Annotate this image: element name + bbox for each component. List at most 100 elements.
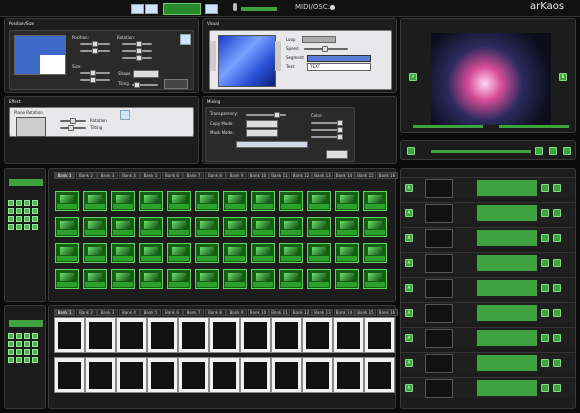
- layer-next-button[interactable]: [553, 234, 561, 242]
- keyboard-key[interactable]: [24, 200, 30, 206]
- bank-tab[interactable]: Bank 1: [54, 172, 75, 179]
- mix-bar[interactable]: [236, 141, 308, 148]
- layer-next-button[interactable]: [553, 184, 561, 192]
- visual-cell[interactable]: [209, 357, 240, 393]
- position-y-slider[interactable]: [80, 48, 110, 54]
- keyboard-key[interactable]: [16, 200, 22, 206]
- bank-tab[interactable]: Bank 12: [290, 309, 312, 316]
- bank-tab[interactable]: Bank 6: [161, 309, 183, 316]
- size-x-slider[interactable]: [80, 70, 110, 76]
- bank-tab[interactable]: Bank 16: [376, 172, 398, 179]
- layer-select-button[interactable]: A: [405, 334, 413, 342]
- bank-tab[interactable]: Bank 16: [376, 309, 398, 316]
- layer-prev-button[interactable]: [541, 234, 549, 242]
- visual-cell[interactable]: [83, 217, 107, 237]
- visual-cell[interactable]: [209, 317, 240, 353]
- visual-cell[interactable]: [223, 191, 247, 211]
- bank-tab[interactable]: Bank 11: [269, 309, 290, 316]
- layer-prev-button[interactable]: [541, 334, 549, 342]
- layer-prev-button[interactable]: [541, 359, 549, 367]
- layer-prev-button[interactable]: [541, 309, 549, 317]
- keyboard-key[interactable]: [32, 224, 38, 230]
- bank-tab[interactable]: Bank 5: [140, 172, 161, 179]
- layer-prev-button[interactable]: [541, 209, 549, 217]
- visual-cell[interactable]: [116, 357, 147, 393]
- keyboard-key[interactable]: [16, 357, 22, 363]
- visual-cell[interactable]: [307, 191, 331, 211]
- layer-opacity-fader[interactable]: [477, 330, 537, 346]
- crossfader-right-button[interactable]: [563, 147, 571, 155]
- keyboard-key[interactable]: [8, 357, 14, 363]
- visual-cell[interactable]: [363, 269, 387, 289]
- lock-icon[interactable]: [180, 34, 191, 45]
- layer-opacity-fader[interactable]: [477, 255, 537, 271]
- dropdown-button[interactable]: [164, 79, 188, 89]
- layer-next-button[interactable]: [553, 284, 561, 292]
- visual-cell[interactable]: [111, 269, 135, 289]
- layer-select-button[interactable]: A: [405, 184, 413, 192]
- visual-cell[interactable]: [363, 191, 387, 211]
- layer-select-button[interactable]: A: [405, 309, 413, 317]
- layer-opacity-fader[interactable]: [477, 230, 537, 246]
- layer-select-button[interactable]: A: [405, 384, 413, 392]
- layer-prev-button[interactable]: [541, 384, 549, 392]
- visual-cell[interactable]: [335, 217, 359, 237]
- mask-mode-buttons[interactable]: [246, 129, 278, 137]
- layer-select-button[interactable]: A: [405, 259, 413, 267]
- visual-cell[interactable]: [55, 217, 79, 237]
- keyboard-key[interactable]: [24, 333, 30, 339]
- layer-opacity-fader[interactable]: [477, 380, 537, 396]
- bank-tab[interactable]: Bank 14: [333, 172, 355, 179]
- visual-cell[interactable]: [195, 269, 219, 289]
- visual-cell[interactable]: [333, 317, 364, 353]
- bank-tab[interactable]: Bank 2: [75, 172, 97, 179]
- layer-next-button[interactable]: [553, 384, 561, 392]
- bank-tab[interactable]: Bank 4: [118, 172, 140, 179]
- visual-cell[interactable]: [195, 243, 219, 263]
- bank-tab[interactable]: Bank 10: [247, 309, 269, 316]
- keyboard-key[interactable]: [8, 208, 14, 214]
- keyboard-key[interactable]: [8, 224, 14, 230]
- apply-button[interactable]: [326, 150, 348, 159]
- visual-cell[interactable]: [251, 191, 275, 211]
- layer-next-button[interactable]: [553, 334, 561, 342]
- bank-tab[interactable]: Bank 8: [204, 172, 226, 179]
- shape-selector[interactable]: [133, 70, 159, 78]
- visual-cell[interactable]: [279, 217, 303, 237]
- visual-cell[interactable]: [240, 357, 271, 393]
- layer-select-button[interactable]: A: [405, 234, 413, 242]
- bank-tab[interactable]: Bank 13: [312, 172, 333, 179]
- keyboard-key[interactable]: [8, 333, 14, 339]
- layer-select-button[interactable]: A: [405, 284, 413, 292]
- layer-next-button[interactable]: [553, 359, 561, 367]
- layer-next-button[interactable]: [553, 309, 561, 317]
- keyboard-key[interactable]: [32, 216, 38, 222]
- visual-cell[interactable]: [85, 317, 116, 353]
- crossfader-prev-button[interactable]: [535, 147, 543, 155]
- bank-tab[interactable]: Bank 9: [226, 172, 247, 179]
- visual-cell[interactable]: [139, 191, 163, 211]
- loop-controls[interactable]: [302, 36, 336, 43]
- bank-tab[interactable]: Bank 7: [183, 309, 204, 316]
- visual-cell[interactable]: [363, 243, 387, 263]
- chevron-left-icon[interactable]: [210, 41, 216, 71]
- keyboard-key[interactable]: [24, 216, 30, 222]
- visual-cell[interactable]: [251, 269, 275, 289]
- visual-cell[interactable]: [279, 191, 303, 211]
- visual-cell[interactable]: [251, 243, 275, 263]
- visual-cell[interactable]: [139, 269, 163, 289]
- keyboard-key[interactable]: [32, 208, 38, 214]
- effect-settings-icon[interactable]: [120, 110, 130, 120]
- keyboard-key[interactable]: [24, 341, 30, 347]
- visual-cell[interactable]: [167, 217, 191, 237]
- visual-cell[interactable]: [111, 243, 135, 263]
- visual-cell[interactable]: [111, 191, 135, 211]
- visual-cell[interactable]: [279, 243, 303, 263]
- keyboard-key[interactable]: [8, 200, 14, 206]
- visual-cell[interactable]: [335, 243, 359, 263]
- visual-cell[interactable]: [333, 357, 364, 393]
- visual-cell[interactable]: [147, 317, 178, 353]
- layer-prev-button[interactable]: [541, 284, 549, 292]
- visual-cell[interactable]: [139, 243, 163, 263]
- visual-cell[interactable]: [302, 357, 333, 393]
